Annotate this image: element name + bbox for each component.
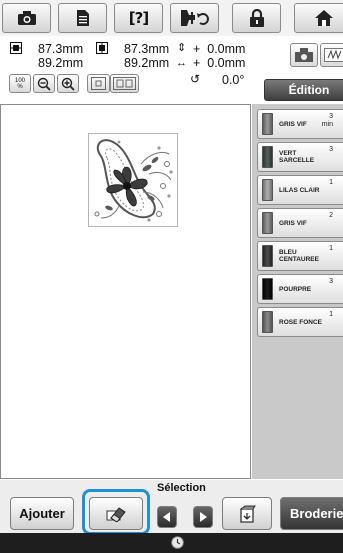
bottom-bar: Ajouter Sélection Broderie <box>0 480 343 535</box>
thread-time: 2 <box>329 212 333 219</box>
thread-spool-icon <box>262 113 273 135</box>
horizontal-arrow-icon: ↔ <box>176 57 187 69</box>
zoom-100-button[interactable]: 100 % <box>9 74 31 93</box>
thread-time: 3 <box>329 278 333 285</box>
paisley-flower-design-icon <box>94 139 173 222</box>
needle-thread-icon <box>180 10 209 26</box>
size-height-value: 89.2mm <box>38 56 84 70</box>
thread-name: GRIS VIF <box>279 120 307 128</box>
thread-item[interactable]: GRIS VIF 2 <box>257 208 343 238</box>
zoom-in-button[interactable] <box>57 74 79 93</box>
position-height-value: 89.2mm <box>124 56 170 70</box>
scan-button[interactable] <box>290 43 318 67</box>
rotation-value: 0.0° <box>222 73 245 87</box>
status-bar <box>0 533 343 553</box>
home-icon <box>315 10 333 26</box>
edition-tab[interactable]: Édition <box>264 79 343 101</box>
document-icon <box>76 10 89 26</box>
thread-item[interactable]: BLEU CENTAUREE 1 <box>257 241 343 271</box>
stitch-preview-icon <box>324 48 343 62</box>
vertical-move-value: + 0.0mm <box>193 42 246 56</box>
thread-name: GRIS VIF <box>279 219 307 227</box>
add-button[interactable]: Ajouter <box>10 497 74 530</box>
right-arrow-icon <box>200 512 207 522</box>
document-button[interactable] <box>58 3 107 33</box>
thread-name: LILAS CLAIR <box>279 186 320 194</box>
thread-name: POURPRE <box>279 285 312 293</box>
memory-pocket-icon <box>240 505 256 523</box>
thread-spool-icon <box>262 278 273 300</box>
thread-item[interactable]: VERT SARCELLE 3 <box>257 142 343 172</box>
zoom-in-icon <box>61 77 75 91</box>
home-button[interactable] <box>294 3 343 33</box>
embroidery-button-label: Broderie <box>290 506 343 521</box>
embroidery-design[interactable] <box>88 133 178 227</box>
thread-time: 1 <box>329 311 333 318</box>
thread-spool-icon <box>262 311 273 333</box>
scan-camera-icon <box>295 48 313 62</box>
needle-thread-button[interactable] <box>170 3 219 33</box>
eraser-icon <box>106 506 126 522</box>
thread-spool-icon <box>262 146 273 168</box>
thread-item[interactable]: POURPRE 3 <box>257 274 343 304</box>
add-button-label: Ajouter <box>19 506 65 521</box>
view-button-1[interactable] <box>87 74 110 93</box>
frame-view-icon <box>91 77 106 90</box>
lock-button[interactable] <box>232 3 281 33</box>
width-size-icon <box>10 42 22 54</box>
stitch-preview-button[interactable] <box>320 43 343 67</box>
position-width-value: 87.3mm <box>124 42 170 56</box>
thread-spool-icon <box>262 212 273 234</box>
thread-time: 1 <box>329 245 333 252</box>
view-button-2[interactable] <box>110 74 139 93</box>
thread-spool-icon <box>262 179 273 201</box>
lock-icon <box>249 8 264 27</box>
thread-color-list: GRIS VIF 3 min VERT SARCELLE 3 LILAS CLA… <box>252 104 343 479</box>
memory-button[interactable] <box>222 497 272 530</box>
zoom-out-button[interactable] <box>33 74 55 93</box>
camera-button[interactable] <box>2 3 51 33</box>
thread-name: BLEU CENTAUREE <box>279 249 319 263</box>
zoom-out-icon <box>37 77 51 91</box>
help-button[interactable]: [?] <box>114 3 163 33</box>
select-next-button[interactable] <box>193 506 213 528</box>
camera-icon <box>17 11 36 25</box>
size-width-value: 87.3mm <box>38 42 84 56</box>
left-arrow-icon <box>163 512 170 522</box>
thread-item[interactable]: GRIS VIF 3 min <box>257 109 343 139</box>
edition-tab-label: Édition <box>288 83 330 97</box>
thread-name: VERT SARCELLE <box>279 150 315 164</box>
thread-time: 1 <box>329 179 333 186</box>
select-previous-button[interactable] <box>157 506 177 528</box>
thread-item[interactable]: ROSE FONCE 1 <box>257 307 343 337</box>
embroidery-button[interactable]: Broderie <box>280 497 343 530</box>
selection-label: Sélection <box>157 482 206 494</box>
multi-frame-view-icon <box>113 77 136 90</box>
height-size-icon <box>96 42 108 54</box>
clock-icon <box>171 536 184 549</box>
rotation-icon: ↺ <box>190 72 201 86</box>
horizontal-move-value: + 0.0mm <box>193 56 246 70</box>
thread-name: ROSE FONCE <box>279 318 322 326</box>
thread-item[interactable]: LILAS CLAIR 1 <box>257 175 343 205</box>
thread-time: 3 <box>329 146 333 153</box>
help-icon: [?] <box>128 9 149 27</box>
delete-button[interactable] <box>89 497 143 530</box>
vertical-arrow-icon: ⇕ <box>177 42 187 54</box>
info-panel: 87.3mm 89.2mm 87.3mm 89.2mm ⇕ + 0.0mm ↔ … <box>0 37 343 103</box>
thread-time: 3 min <box>321 113 333 128</box>
top-toolbar: [?] <box>0 0 343 36</box>
thread-spool-icon <box>262 245 273 267</box>
